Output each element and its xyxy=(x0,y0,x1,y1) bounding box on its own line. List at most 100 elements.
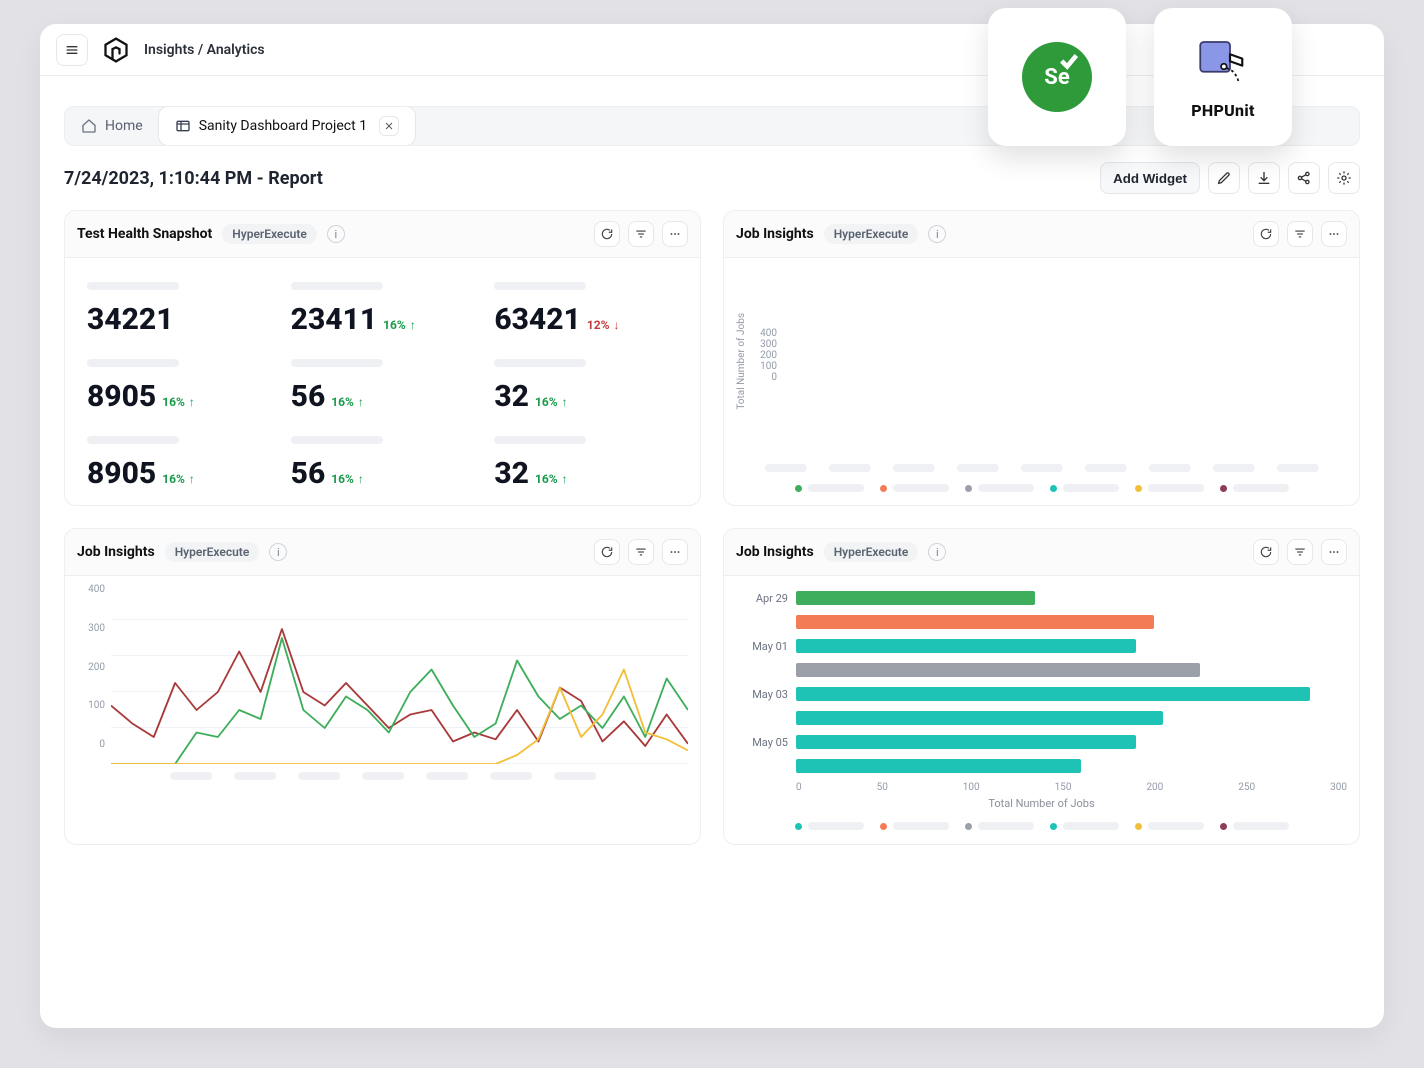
hbar-row: Apr 29 xyxy=(736,588,1347,608)
legend-item xyxy=(965,822,1034,830)
card-title: Job Insights xyxy=(736,544,814,560)
hbar-category: May 03 xyxy=(736,688,788,701)
share-button[interactable] xyxy=(1288,162,1320,194)
stat-value: 56 xyxy=(291,456,326,491)
tab-close-button[interactable] xyxy=(379,116,399,136)
legend-item xyxy=(795,484,864,492)
tab-home-label: Home xyxy=(105,118,143,134)
stat-value: 8905 xyxy=(87,456,156,491)
info-icon[interactable]: i xyxy=(928,225,946,243)
card-job-insights-hbar: Job Insights HyperExecute i Apr 29 May 01… xyxy=(723,528,1360,845)
card-chip: HyperExecute xyxy=(824,542,919,562)
stat-item: 3216%↑ xyxy=(492,353,680,420)
stat-item: 23411 16%↑ xyxy=(289,276,477,343)
card-title: Job Insights xyxy=(736,226,814,242)
stat-value: 56 xyxy=(291,379,326,414)
stat-value: 8905 xyxy=(87,379,156,414)
legend-item xyxy=(1135,822,1204,830)
phpunit-card: PHPUnit xyxy=(1154,8,1292,146)
stat-value: 63421 xyxy=(494,302,581,337)
stat-item: 8905 16%↑ xyxy=(85,430,273,497)
card-chip: HyperExecute xyxy=(824,224,919,244)
legend-item xyxy=(965,484,1034,492)
card-title: Job Insights xyxy=(77,544,155,560)
more-icon[interactable] xyxy=(1321,221,1347,247)
stat-delta: 16%↑ xyxy=(383,318,416,332)
legend-item xyxy=(1220,484,1289,492)
hbar-row xyxy=(736,660,1347,680)
edit-button[interactable] xyxy=(1208,162,1240,194)
stat-item: 32 16%↑ xyxy=(492,430,680,497)
hbar-row xyxy=(736,708,1347,728)
filter-icon[interactable] xyxy=(628,221,654,247)
hbar-bar xyxy=(796,735,1136,749)
refresh-icon[interactable] xyxy=(1253,539,1279,565)
filter-icon[interactable] xyxy=(628,539,654,565)
card-title: Test Health Snapshot xyxy=(77,226,212,242)
hbar-bar xyxy=(796,639,1136,653)
stat-item: 8905 16%↑ xyxy=(85,353,273,420)
hbar-bar xyxy=(796,615,1154,629)
phpunit-icon xyxy=(1195,35,1251,91)
hbar-row: May 03 xyxy=(736,684,1347,704)
hbar-category: May 05 xyxy=(736,736,788,749)
stat-item: 56 16%↑ xyxy=(289,430,477,497)
snapshot-stats: 342212341116%↑6342112%↓890516%↑5616%↑321… xyxy=(65,258,700,505)
info-icon[interactable]: i xyxy=(269,543,287,561)
more-icon[interactable] xyxy=(662,539,688,565)
filter-icon[interactable] xyxy=(1287,539,1313,565)
tab-project[interactable]: Sanity Dashboard Project 1 xyxy=(158,106,416,146)
download-button[interactable] xyxy=(1248,162,1280,194)
legend-item xyxy=(1050,822,1119,830)
card-chip: HyperExecute xyxy=(165,542,260,562)
refresh-icon[interactable] xyxy=(1253,221,1279,247)
floating-logos: Se PHPUnit xyxy=(988,8,1292,146)
stat-delta: 16%↑ xyxy=(162,395,195,409)
info-icon[interactable]: i xyxy=(327,225,345,243)
settings-button[interactable] xyxy=(1328,162,1360,194)
hbar-bar xyxy=(796,711,1163,725)
phpunit-label: PHPUnit xyxy=(1191,101,1254,120)
page-title: 7/24/2023, 1:10:44 PM - Report xyxy=(64,168,323,189)
hbar-bar xyxy=(796,591,1035,605)
card-job-insights-line: Job Insights HyperExecute i 400300200100… xyxy=(64,528,701,845)
stat-delta: 16%↑ xyxy=(535,472,568,486)
hbar-row: May 01 xyxy=(736,636,1347,656)
selenium-card: Se xyxy=(988,8,1126,146)
stat-delta: 16%↑ xyxy=(535,395,568,409)
info-icon[interactable]: i xyxy=(928,543,946,561)
hbar-bar xyxy=(796,663,1200,677)
legend-item xyxy=(880,822,949,830)
stat-delta: 12%↓ xyxy=(587,318,620,332)
filter-icon[interactable] xyxy=(1287,221,1313,247)
hamburger-button[interactable] xyxy=(56,34,88,66)
app-logo-icon xyxy=(102,36,130,64)
hbar-category: May 01 xyxy=(736,640,788,653)
refresh-icon[interactable] xyxy=(594,539,620,565)
hbar-rows: Apr 29 May 01 May 03 May 05 xyxy=(736,588,1347,776)
legend xyxy=(736,822,1347,830)
stat-value: 23411 xyxy=(291,302,378,337)
line-chart-plot xyxy=(111,584,688,764)
card-chip: HyperExecute xyxy=(222,224,317,244)
y-axis-label: Total Number of Jobs xyxy=(736,313,747,410)
hbar-bar xyxy=(796,687,1310,701)
hbar-row xyxy=(736,612,1347,632)
refresh-icon[interactable] xyxy=(594,221,620,247)
stat-delta: 16%↑ xyxy=(162,472,195,486)
more-icon[interactable] xyxy=(1321,539,1347,565)
tab-project-label: Sanity Dashboard Project 1 xyxy=(199,118,367,134)
tab-home[interactable]: Home xyxy=(65,107,159,145)
stat-item: 5616%↑ xyxy=(289,353,477,420)
stat-value: 32 xyxy=(494,456,529,491)
stat-delta: 16%↑ xyxy=(331,472,364,486)
more-icon[interactable] xyxy=(662,221,688,247)
legend xyxy=(736,484,1347,492)
hbar-row xyxy=(736,756,1347,776)
x-axis-label: Total Number of Jobs xyxy=(736,797,1347,810)
selenium-icon: Se xyxy=(1022,42,1092,112)
card-job-insights-bar: Job Insights HyperExecute i Total Number… xyxy=(723,210,1360,506)
add-widget-button[interactable]: Add Widget xyxy=(1100,162,1200,194)
report-actions: Add Widget xyxy=(1100,162,1360,194)
hbar-row: May 05 xyxy=(736,732,1347,752)
